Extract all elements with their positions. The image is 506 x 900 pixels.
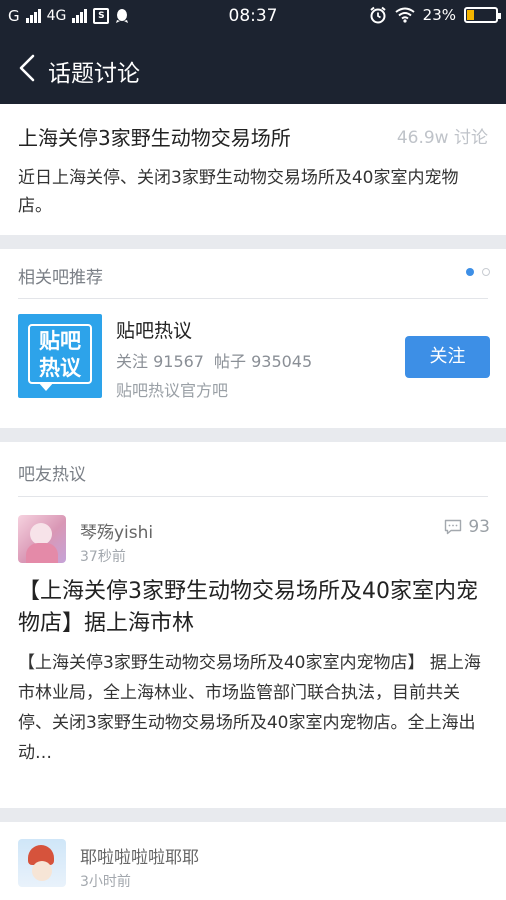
divider bbox=[18, 496, 488, 497]
post-title[interactable]: 【上海关停3家野生动物交易场所及40家室内宠物店】据上海市林 bbox=[18, 576, 488, 640]
post-body[interactable]: 【上海关停3家野生动物交易场所及40家室内宠物店】 据上海市林业局，全上海林业、… bbox=[18, 648, 488, 768]
post-time: 37秒前 bbox=[80, 549, 126, 565]
bubble-tail bbox=[38, 382, 54, 391]
bar-stats: 关注 91567 帖子 935045 bbox=[116, 348, 312, 372]
bar-logo[interactable]: 贴吧热议 bbox=[18, 314, 102, 398]
bar-subtitle: 贴吧热议官方吧 bbox=[116, 381, 229, 400]
status-right: 23% bbox=[369, 6, 501, 24]
status-bar: G 4G S 08:37 23% bbox=[0, 0, 506, 33]
bar-posts: 帖子 935045 bbox=[214, 352, 313, 371]
battery-icon bbox=[464, 7, 501, 23]
section-title: 吧友热议 bbox=[18, 465, 86, 485]
bar-logo-text: 贴吧热议 bbox=[28, 324, 92, 384]
related-bars-section: 相关吧推荐 贴吧热议 贴吧热议 关注 91567 帖子 935045 贴吧热议官方… bbox=[0, 249, 506, 428]
bar-name[interactable]: 贴吧热议 bbox=[116, 316, 192, 343]
page-title: 话题讨论 bbox=[48, 61, 140, 87]
topic-title: 上海关停3家野生动物交易场所 bbox=[18, 126, 291, 150]
topic-description: 近日上海关停、关闭3家野生动物交易场所及40家室内宠物店。 bbox=[18, 168, 459, 216]
avatar[interactable] bbox=[18, 839, 66, 887]
follow-button[interactable]: 关注 bbox=[405, 336, 490, 378]
page-dot-active bbox=[466, 268, 474, 276]
divider bbox=[18, 298, 488, 299]
nav-bar: 话题讨论 bbox=[0, 33, 506, 104]
post-author[interactable]: 琴殇yishi bbox=[80, 518, 153, 543]
list-item[interactable]: 耶啦啦啦啦耶耶 3小时前 bbox=[0, 822, 506, 900]
chevron-left-icon[interactable] bbox=[14, 53, 44, 83]
section-title: 相关吧推荐 bbox=[18, 268, 103, 288]
topic-card: 上海关停3家野生动物交易场所 46.9w 讨论 近日上海关停、关闭3家野生动物交… bbox=[0, 104, 506, 235]
hot-discussions-section: 吧友热议 琴殇yishi 37秒前 93 【上海关停3家野生动物交易场所及40家… bbox=[0, 442, 506, 808]
post-author[interactable]: 耶啦啦啦啦耶耶 bbox=[80, 843, 199, 868]
page-indicator bbox=[466, 268, 490, 276]
page-dot bbox=[482, 268, 490, 276]
comment-icon bbox=[444, 519, 462, 535]
battery-percent: 23% bbox=[422, 6, 456, 24]
post-time: 3小时前 bbox=[80, 874, 131, 890]
comment-count: 93 bbox=[468, 517, 490, 537]
alarm-icon bbox=[370, 6, 386, 24]
wifi-icon bbox=[395, 7, 415, 23]
battery-fill bbox=[467, 10, 474, 20]
avatar[interactable] bbox=[18, 515, 66, 563]
bar-followers: 关注 91567 bbox=[116, 352, 204, 371]
discussion-count: 46.9w 讨论 bbox=[396, 128, 488, 148]
